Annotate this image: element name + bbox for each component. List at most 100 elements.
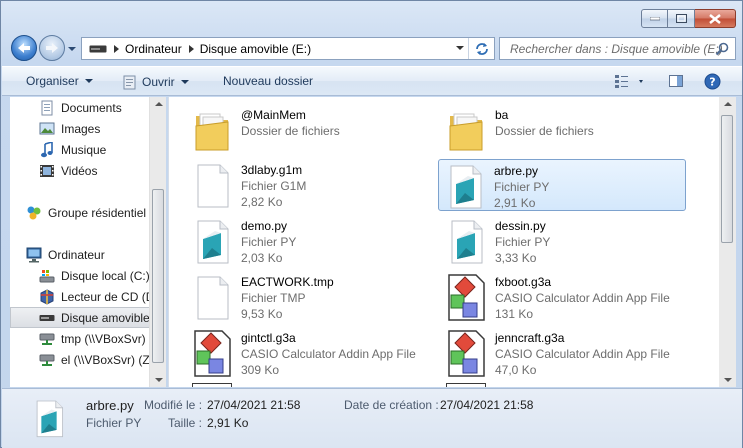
computer-icon: [26, 247, 42, 263]
history-dropdown[interactable]: [67, 43, 77, 53]
file-name: @MainMem: [241, 108, 306, 122]
address-bar[interactable]: Ordinateur Disque amovible (E:): [81, 37, 495, 60]
local-disk-icon: [39, 268, 55, 284]
blank-file-icon: [197, 164, 229, 208]
py-file-icon: [36, 400, 64, 438]
cd-drive-icon: [39, 288, 55, 305]
scrollbar-thumb[interactable]: [152, 189, 164, 363]
file-tile[interactable]: demo.py Fichier PY 2,03 Ko: [186, 215, 434, 267]
file-tile[interactable]: dessin.py Fichier PY 3,33 Ko: [440, 215, 688, 267]
sidebar-item-label: el (\\VBoxSvr) (Z:: [61, 352, 154, 367]
sidebar-item-tmp-network[interactable]: tmp (\\VBoxSvr): [39, 328, 166, 349]
file-type: Fichier TMP: [241, 291, 306, 305]
new-folder-button[interactable]: Nouveau dossier: [223, 74, 313, 88]
size-label: Taille :: [168, 416, 203, 430]
organize-label: Organiser: [26, 74, 79, 88]
file-name: 3dlaby.g1m: [241, 163, 303, 177]
breadcrumb-separator[interactable]: [188, 44, 194, 53]
chevron-down-icon: [84, 79, 93, 83]
blank-file-icon: [197, 276, 229, 320]
sidebar-item-label: tmp (\\VBoxSvr): [61, 331, 146, 346]
file-tile[interactable]: 3dlaby.g1m Fichier G1M 2,82 Ko: [186, 159, 434, 211]
close-button[interactable]: [695, 9, 736, 28]
address-dropdown[interactable]: [456, 46, 464, 50]
file-tile[interactable]: @MainMem Dossier de fichiers: [186, 104, 434, 156]
sidebar-item-label: Vidéos: [61, 163, 98, 178]
chevron-down-icon: [68, 47, 76, 51]
scroll-up-arrow[interactable]: [155, 102, 163, 106]
file-name: EACTWORK.tmp: [241, 275, 334, 289]
back-button[interactable]: [11, 35, 37, 61]
forward-button[interactable]: [39, 35, 65, 61]
sidebar-item-documents[interactable]: Documents: [39, 97, 166, 118]
file-tile[interactable]: ba Dossier de fichiers: [440, 104, 688, 156]
sidebar-item-computer[interactable]: Ordinateur: [26, 244, 166, 265]
folder-icon: [449, 113, 483, 151]
sidebar-item-cd-drive[interactable]: Lecteur de CD (D: [39, 286, 166, 307]
file-name: fxboot.g3a: [495, 275, 552, 289]
open-app-icon: [123, 75, 136, 90]
sidebar-item-el-network[interactable]: el (\\VBoxSvr) (Z:: [39, 349, 166, 370]
sidebar-item-images[interactable]: Images: [39, 118, 166, 139]
drive-icon: [89, 45, 107, 52]
file-size: 2,03 Ko: [241, 251, 283, 265]
minimize-button[interactable]: [641, 9, 668, 28]
sidebar-item-homegroup[interactable]: Groupe résidentiel: [26, 202, 166, 223]
file-size: 2,91 Ko: [494, 196, 536, 210]
sidebar-item-videos[interactable]: Vidéos: [39, 160, 166, 181]
search-box[interactable]: Rechercher dans : Disque amovible (E:): [499, 37, 736, 60]
breadcrumb-removable-drive[interactable]: Disque amovible (E:): [200, 42, 311, 56]
modified-label: Modifié le :: [144, 398, 203, 412]
scroll-down-arrow[interactable]: [155, 378, 163, 382]
file-type: CASIO Calculator Addin App File: [241, 347, 416, 361]
sidebar-item-label: Disque amovible: [61, 310, 150, 325]
search-placeholder[interactable]: Rechercher dans : Disque amovible (E:): [510, 42, 723, 56]
file-list-scrollbar[interactable]: [719, 97, 736, 387]
view-options-button[interactable]: [614, 73, 646, 92]
scroll-up-arrow[interactable]: [724, 102, 732, 106]
breadcrumb-separator[interactable]: [114, 44, 119, 53]
maximize-icon: [675, 14, 687, 23]
navigation-scrollbar[interactable]: [149, 97, 166, 387]
sidebar-item-local-disk[interactable]: Disque local (C:): [39, 265, 166, 286]
scroll-down-arrow[interactable]: [724, 378, 732, 382]
file-tile[interactable]: gintctl.g3a CASIO Calculator Addin App F…: [186, 327, 434, 379]
sidebar-item-removable-drive[interactable]: Disque amovible: [10, 307, 150, 328]
sidebar-item-label: Images: [61, 121, 101, 136]
close-icon: [709, 13, 721, 24]
images-icon: [39, 121, 55, 137]
created-label: Date de création :: [344, 398, 439, 412]
file-tile[interactable]: EACTWORK.tmp Fichier TMP 9,53 Ko: [186, 271, 434, 323]
file-type: Fichier PY: [494, 180, 550, 194]
sidebar-item-music[interactable]: Musique: [39, 139, 166, 160]
search-icon[interactable]: [715, 42, 729, 56]
file-type: Dossier de fichiers: [495, 124, 594, 138]
refresh-button[interactable]: [468, 38, 494, 59]
file-size: 309 Ko: [241, 363, 280, 377]
scrollbar-thumb[interactable]: [721, 115, 733, 243]
chevron-down-icon: [180, 80, 189, 84]
file-tile[interactable]: jenncraft.g3a CASIO Calculator Addin App…: [440, 327, 688, 379]
network-drive-icon: [39, 352, 55, 368]
partial-file-icon: [446, 383, 486, 387]
file-tile-selected[interactable]: arbre.py Fichier PY 2,91 Ko: [438, 159, 686, 211]
file-name: jenncraft.g3a: [495, 331, 565, 345]
open-button[interactable]: Ouvrir: [122, 74, 189, 90]
file-name: arbre.py: [494, 164, 539, 178]
g3a-file-icon: [448, 274, 485, 321]
arrow-left-icon: [18, 43, 30, 53]
breadcrumb-computer[interactable]: Ordinateur: [125, 42, 182, 56]
file-name: ba: [495, 108, 509, 122]
help-button[interactable]: ?: [704, 73, 721, 93]
file-tile[interactable]: fxboot.g3a CASIO Calculator Addin App Fi…: [440, 271, 688, 323]
file-name: demo.py: [241, 219, 288, 233]
window-controls: [641, 9, 736, 28]
organize-button[interactable]: Organiser: [26, 74, 93, 88]
file-name: dessin.py: [495, 219, 546, 233]
minimize-icon: [649, 16, 660, 20]
preview-pane-button[interactable]: [668, 73, 684, 92]
maximize-button[interactable]: [668, 9, 695, 28]
refresh-icon: [475, 42, 488, 55]
file-type: Fichier G1M: [241, 179, 307, 193]
created-value: 27/04/2021 21:58: [440, 398, 534, 412]
